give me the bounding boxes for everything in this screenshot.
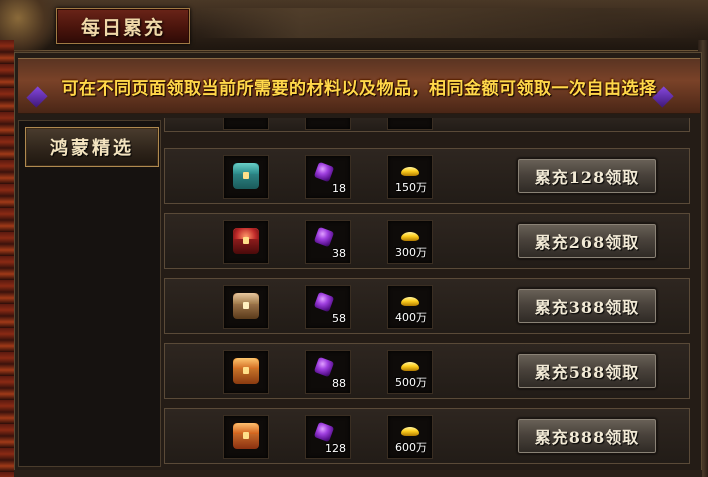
left-frame-border xyxy=(0,40,14,477)
item-slot xyxy=(223,118,269,130)
reward-row: 128 600万 累充888领取 xyxy=(164,408,690,464)
bottom-frame-border xyxy=(14,470,702,477)
gem-count: 58 xyxy=(332,312,346,325)
sidebar-tab-label: 鸿蒙精选 xyxy=(50,138,134,159)
claim-button-128[interactable]: 累充128领取 xyxy=(517,158,657,194)
chest-slot[interactable] xyxy=(223,155,269,199)
gem-slot[interactable]: 128 xyxy=(305,415,351,459)
gold-ingot-icon xyxy=(401,427,419,436)
chest-bronze-icon xyxy=(233,293,259,319)
info-banner: 可在不同页面领取当前所需要的材料以及物品，相同金额可领取一次自由选择 xyxy=(18,58,700,114)
claim-button-268[interactable]: 累充268领取 xyxy=(517,223,657,259)
gold-amount: 300万 xyxy=(395,246,427,259)
claim-button-label: 累充268领取 xyxy=(534,233,640,252)
purple-gem-icon xyxy=(313,421,335,443)
crystal-left-icon xyxy=(26,86,48,108)
claim-button-label: 累充888领取 xyxy=(534,428,640,447)
purple-gem-icon xyxy=(313,161,335,183)
chest-teal-icon xyxy=(233,163,259,189)
reward-row: 18 150万 累充128领取 xyxy=(164,148,690,204)
gold-amount: 150万 xyxy=(395,181,427,194)
gem-slot[interactable]: 88 xyxy=(305,350,351,394)
item-slot xyxy=(387,118,433,130)
claim-button-label: 累充128领取 xyxy=(534,168,640,187)
reward-row: 58 400万 累充388领取 xyxy=(164,278,690,334)
reward-row: 38 300万 累充268领取 xyxy=(164,213,690,269)
gold-slot[interactable]: 400万 xyxy=(387,285,433,329)
chest-gold-icon xyxy=(233,358,259,384)
claim-button-888[interactable]: 累充888领取 xyxy=(517,418,657,454)
gold-ingot-icon xyxy=(401,167,419,176)
gem-slot[interactable]: 58 xyxy=(305,285,351,329)
gold-slot[interactable]: 500万 xyxy=(387,350,433,394)
gold-amount: 600万 xyxy=(395,441,427,454)
reward-list[interactable]: 18 150万 累充128领取 38 300万 累充268领取 58 400万 … xyxy=(164,118,694,471)
claim-button-388[interactable]: 累充388领取 xyxy=(517,288,657,324)
gem-count: 128 xyxy=(325,442,346,455)
purple-gem-icon xyxy=(313,291,335,313)
gem-count: 38 xyxy=(332,247,346,260)
window-title-plate: 每日累充 xyxy=(56,8,190,44)
gem-count: 88 xyxy=(332,377,346,390)
reward-row-partial xyxy=(164,118,690,132)
gold-amount: 500万 xyxy=(395,376,427,389)
chest-slot[interactable] xyxy=(223,220,269,264)
gold-slot[interactable]: 600万 xyxy=(387,415,433,459)
sidebar: 鸿蒙精选 xyxy=(18,120,161,467)
banner-text: 可在不同页面领取当前所需要的材料以及物品，相同金额可领取一次自由选择 xyxy=(61,78,657,99)
item-slot xyxy=(305,118,351,130)
claim-button-label: 累充388领取 xyxy=(534,298,640,317)
gem-count: 18 xyxy=(332,182,346,195)
chest-gold-icon xyxy=(233,423,259,449)
gold-slot[interactable]: 150万 xyxy=(387,155,433,199)
title-bar-decoration xyxy=(200,8,700,38)
claim-button-label: 累充588领取 xyxy=(534,363,640,382)
sidebar-tab-hongmeng[interactable]: 鸿蒙精选 xyxy=(25,127,159,167)
gem-slot[interactable]: 38 xyxy=(305,220,351,264)
gold-amount: 400万 xyxy=(395,311,427,324)
chest-slot[interactable] xyxy=(223,285,269,329)
window-title: 每日累充 xyxy=(80,16,165,39)
reward-row: 88 500万 累充588领取 xyxy=(164,343,690,399)
purple-gem-icon xyxy=(313,356,335,378)
chest-slot[interactable] xyxy=(223,415,269,459)
purple-gem-icon xyxy=(313,226,335,248)
gold-ingot-icon xyxy=(401,362,419,371)
gold-ingot-icon xyxy=(401,232,419,241)
claim-button-588[interactable]: 累充588领取 xyxy=(517,353,657,389)
gold-slot[interactable]: 300万 xyxy=(387,220,433,264)
chest-red-icon xyxy=(233,228,259,254)
chest-slot[interactable] xyxy=(223,350,269,394)
gem-slot[interactable]: 18 xyxy=(305,155,351,199)
gold-ingot-icon xyxy=(401,297,419,306)
